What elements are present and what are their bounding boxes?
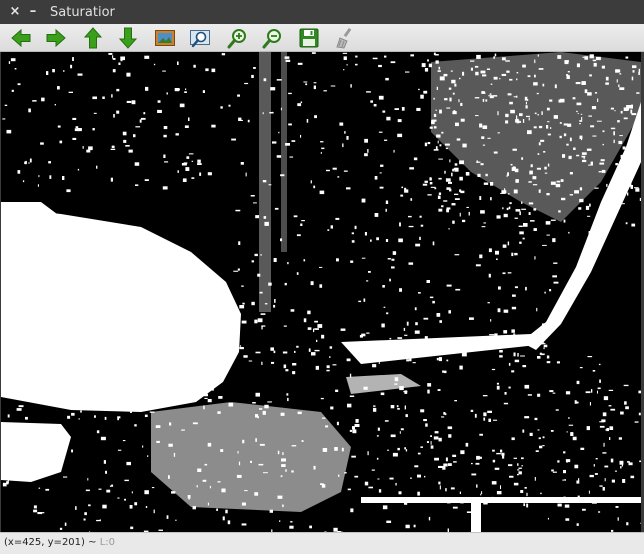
zoom-out-icon <box>262 29 281 49</box>
saturation-image <box>1 52 641 532</box>
zoom-in-button[interactable] <box>224 26 250 50</box>
minimize-icon[interactable]: – <box>25 4 41 20</box>
save-icon <box>299 28 319 48</box>
arrow-left-icon <box>11 28 31 48</box>
arrow-up-icon <box>83 27 103 49</box>
brush-icon <box>336 27 352 49</box>
image-canvas[interactable] <box>1 52 641 532</box>
image-icon <box>155 30 175 46</box>
title-bar: × – Saturatior <box>0 0 644 24</box>
zoom-region-button[interactable] <box>187 26 213 50</box>
status-separator: ~ <box>88 537 97 548</box>
zoom-fit-button[interactable] <box>152 26 178 50</box>
arrow-down-button[interactable] <box>115 26 141 50</box>
arrow-right-icon <box>46 28 66 48</box>
pixel-level: L:0 <box>99 537 116 548</box>
window-title: Saturatior <box>50 5 115 20</box>
save-button[interactable] <box>296 26 322 50</box>
status-bar: (x=425, y=201) ~ L:0 <box>0 532 644 554</box>
zoom-region-icon <box>190 30 210 48</box>
arrow-right-button[interactable] <box>43 26 69 50</box>
cursor-coordinates: (x=425, y=201) <box>4 537 85 548</box>
arrow-left-button[interactable] <box>8 26 34 50</box>
close-icon[interactable]: × <box>7 4 23 20</box>
toolbar <box>0 24 644 52</box>
status-text: (x=425, y=201) ~ L:0 <box>4 537 115 548</box>
properties-button[interactable] <box>331 26 357 50</box>
app-window: × – Saturatior (x=425, y=201) ~ L:0 <box>0 0 644 554</box>
zoom-in-icon <box>227 29 246 49</box>
arrow-down-icon <box>118 27 138 49</box>
zoom-out-button[interactable] <box>259 26 285 50</box>
arrow-up-button[interactable] <box>80 26 106 50</box>
